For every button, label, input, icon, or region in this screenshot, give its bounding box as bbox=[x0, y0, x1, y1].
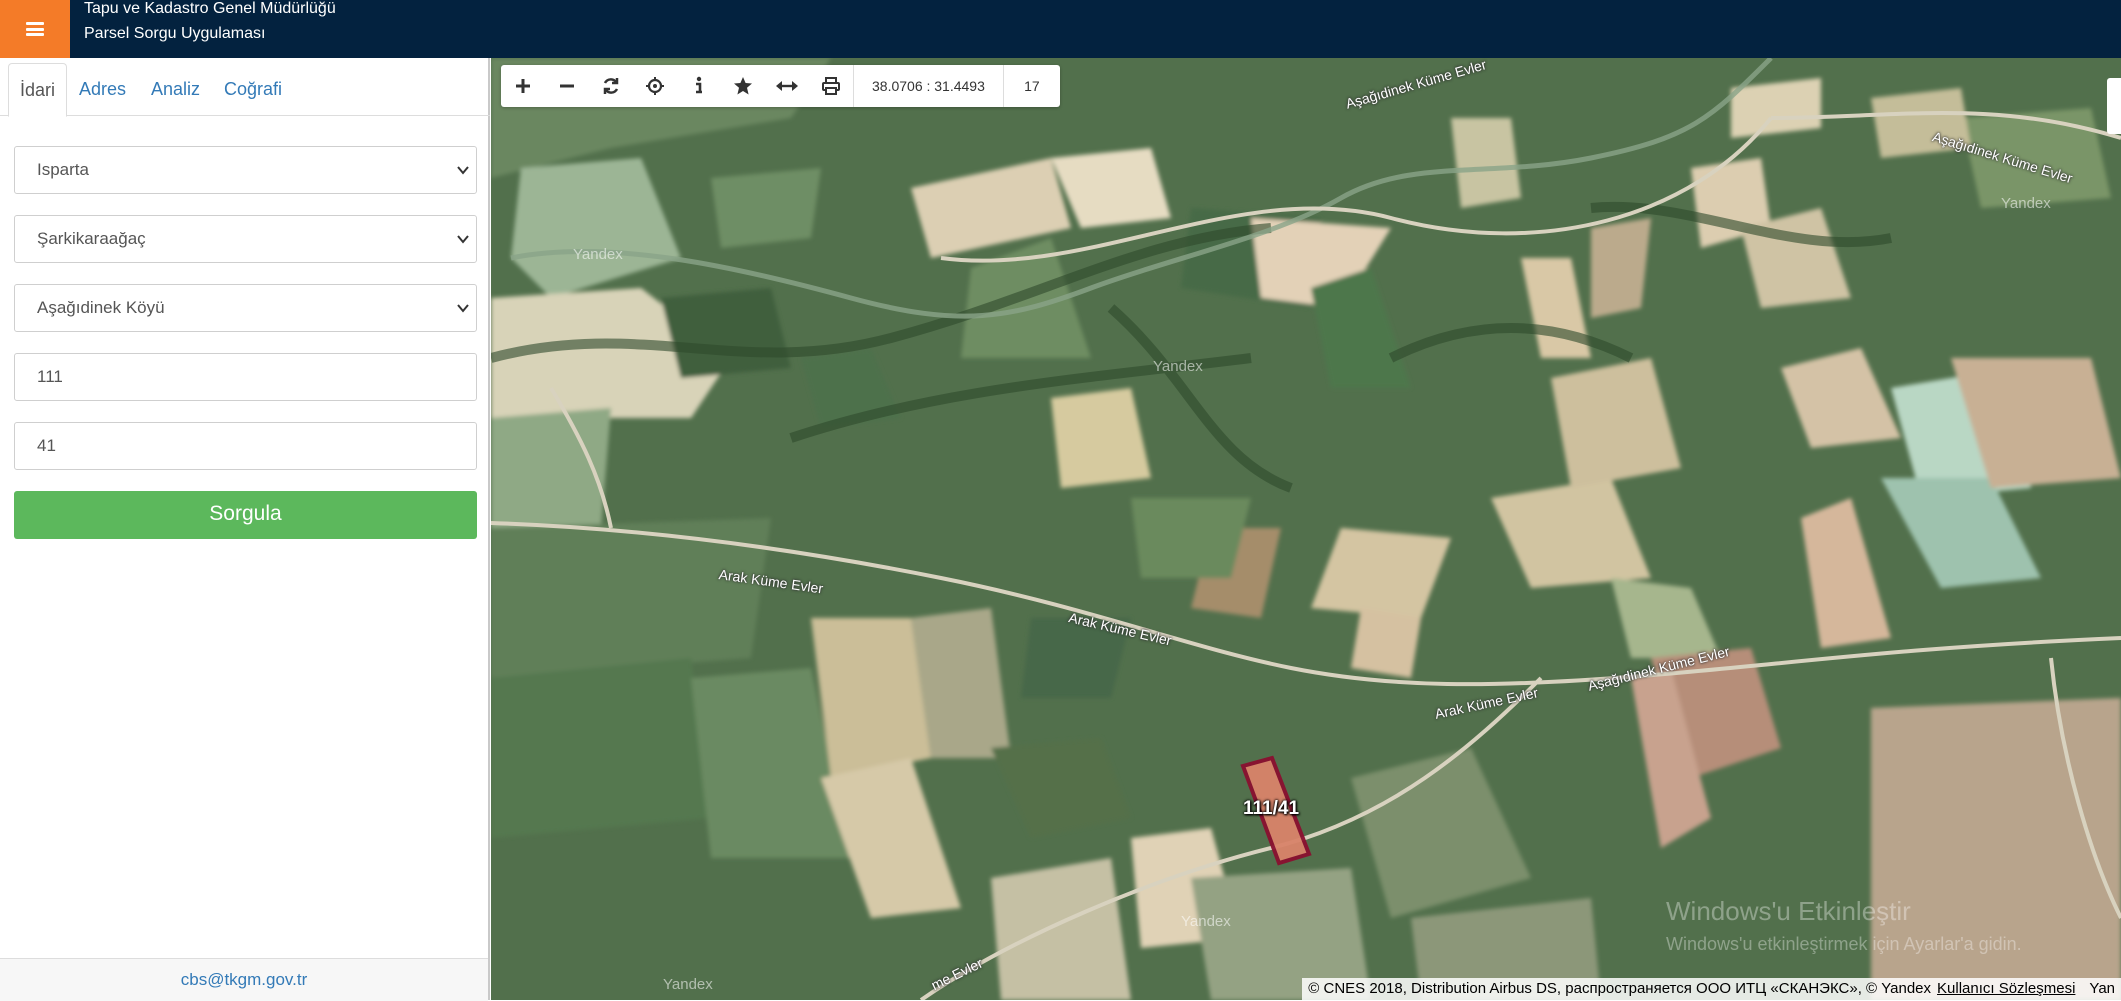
chevron-down-icon bbox=[457, 304, 469, 313]
query-tabs: İdari Adres Analiz Coğrafi bbox=[0, 58, 490, 117]
coordinate-readout: 38.0706 : 31.4493 bbox=[853, 65, 1003, 107]
district-select[interactable]: Şarkikaraağaç bbox=[14, 215, 477, 263]
zoom-out-icon bbox=[560, 84, 574, 88]
map-attribution: © CNES 2018, Distribution Airbus DS, рас… bbox=[1302, 978, 2121, 1000]
parcel-label: 111/41 bbox=[1243, 798, 1300, 819]
tab-analiz[interactable]: Analiz bbox=[140, 63, 211, 116]
tab-idari[interactable]: İdari bbox=[8, 63, 68, 117]
parcel-number-input[interactable]: 41 bbox=[14, 422, 477, 470]
block-number-value: 111 bbox=[37, 367, 63, 386]
measure-icon bbox=[776, 81, 798, 91]
hamburger-icon bbox=[26, 22, 44, 36]
attribution-text: © CNES 2018, Distribution Airbus DS, рас… bbox=[1308, 980, 1932, 997]
sidebar-footer: cbs@tkgm.gov.tr bbox=[0, 958, 488, 1001]
terms-link[interactable]: Kullanıcı Sözleşmesi bbox=[1937, 978, 2075, 1000]
yandex-map-mark: Yandex bbox=[2001, 195, 2051, 212]
refresh-button[interactable] bbox=[589, 65, 633, 107]
chevron-down-icon bbox=[457, 235, 469, 244]
tab-cografi[interactable]: Coğrafi bbox=[213, 63, 293, 116]
app-brand: Tapu ve Kadastro Genel Müdürlüğü Parsel … bbox=[84, 0, 336, 46]
yandex-map-mark: Yandex bbox=[1153, 358, 1203, 375]
favorite-icon bbox=[734, 77, 752, 95]
org-name: Tapu ve Kadastro Genel Müdürlüğü bbox=[84, 0, 336, 17]
info-button[interactable] bbox=[677, 65, 721, 107]
map-toolbar: 38.0706 : 31.4493 17 bbox=[501, 65, 1060, 107]
province-select-value: Isparta bbox=[37, 160, 89, 179]
favorite-button[interactable] bbox=[721, 65, 765, 107]
zoom-out-button[interactable] bbox=[545, 65, 589, 107]
locate-icon bbox=[646, 77, 664, 95]
query-button[interactable]: Sorgula bbox=[14, 491, 477, 539]
neighborhood-select[interactable]: Aşağıdinek Köyü bbox=[14, 284, 477, 332]
province-select[interactable]: Isparta bbox=[14, 146, 477, 194]
activation-watermark-subtitle: Windows'u etkinleştirmek için Ayarlar'a … bbox=[1666, 934, 2022, 954]
neighborhood-select-value: Aşağıdinek Köyü bbox=[37, 298, 165, 317]
query-sidebar: İdari Adres Analiz Coğrafi Isparta Şarki… bbox=[0, 58, 490, 1001]
chevron-down-icon bbox=[457, 166, 469, 175]
satellite-imagery bbox=[491, 58, 2121, 1000]
tab-adres[interactable]: Adres bbox=[68, 63, 137, 116]
map-view[interactable]: 38.0706 : 31.4493 17 Aşağıdinek Küme Evl… bbox=[491, 58, 2121, 1000]
block-number-input[interactable]: 111 bbox=[14, 353, 477, 401]
zoom-level-readout: 17 bbox=[1002, 65, 1060, 107]
app-name: Parsel Sorgu Uygulaması bbox=[84, 25, 266, 42]
print-button[interactable] bbox=[809, 65, 853, 107]
yandex-map-mark: Yandex bbox=[1181, 913, 1231, 930]
print-icon bbox=[822, 77, 840, 95]
district-select-value: Şarkikaraağaç bbox=[37, 229, 146, 248]
map-side-panel-toggle[interactable] bbox=[2107, 78, 2121, 134]
activation-watermark-title: Windows'u Etkinleştir bbox=[1666, 896, 1911, 926]
zoom-in-icon bbox=[516, 79, 530, 93]
yandex-map-mark: Yandex bbox=[573, 246, 623, 263]
hamburger-menu-button[interactable] bbox=[0, 0, 70, 58]
yandex-map-mark: Yandex bbox=[663, 976, 713, 993]
refresh-icon bbox=[603, 78, 619, 94]
app-header: Tapu ve Kadastro Genel Müdürlüğü Parsel … bbox=[0, 0, 2121, 58]
zoom-in-button[interactable] bbox=[501, 65, 545, 107]
measure-button[interactable] bbox=[765, 65, 809, 107]
locate-button[interactable] bbox=[633, 65, 677, 107]
info-icon bbox=[696, 76, 702, 94]
parcel-number-value: 41 bbox=[37, 436, 56, 455]
attribution-tail: Yan bbox=[2089, 980, 2115, 997]
contact-email-link[interactable]: cbs@tkgm.gov.tr bbox=[181, 970, 308, 989]
